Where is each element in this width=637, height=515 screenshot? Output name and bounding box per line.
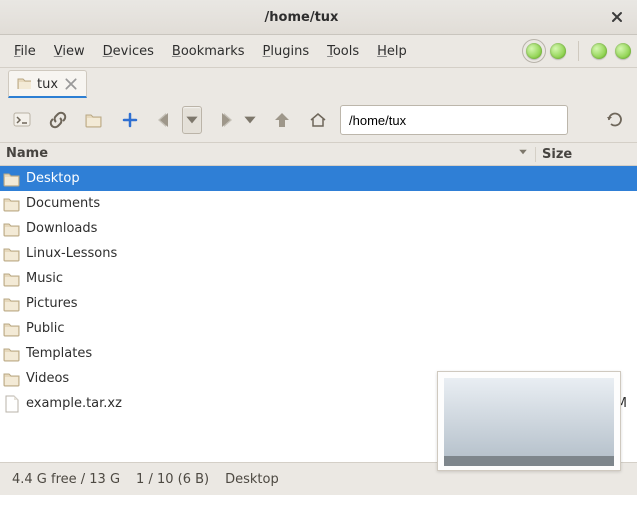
menu-file[interactable]: File (6, 41, 44, 62)
menu-plugins[interactable]: Plugins (255, 41, 318, 62)
menu-devices[interactable]: Devices (95, 41, 162, 62)
back-history-dropdown[interactable] (182, 106, 202, 134)
menu-view[interactable]: View (46, 41, 93, 62)
column-name-label: Name (6, 146, 48, 161)
tab-label: tux (37, 77, 58, 92)
file-row[interactable]: Desktop (0, 166, 637, 191)
file-name: Downloads (24, 221, 532, 236)
file-name: Desktop (24, 171, 532, 186)
up-button[interactable] (268, 106, 296, 134)
column-name-header[interactable]: Name (0, 146, 535, 162)
menu-help[interactable]: Help (369, 41, 415, 62)
status-disk: 4.4 G free / 13 G (12, 472, 120, 487)
folder-icon (2, 319, 22, 339)
titlebar: /home/tux (0, 0, 637, 35)
forward-history-dropdown[interactable] (240, 106, 260, 134)
file-name: Linux-Lessons (24, 246, 532, 261)
open-terminal-button[interactable] (8, 106, 36, 134)
menu-tools[interactable]: Tools (319, 41, 367, 62)
tabbar: tux (0, 68, 637, 98)
status-selection: 1 / 10 (6 B) (136, 472, 209, 487)
file-name: Music (24, 271, 532, 286)
file-name: Documents (24, 196, 532, 211)
file-row[interactable]: Downloads (0, 216, 637, 241)
forward-button[interactable] (210, 106, 238, 134)
folder-icon (2, 194, 22, 214)
window-close-button[interactable] (603, 3, 631, 31)
column-size-label: Size (542, 147, 572, 162)
status-indicators (526, 41, 631, 61)
link-button[interactable] (44, 106, 72, 134)
preview-thumbnail[interactable] (437, 371, 621, 471)
back-button[interactable] (152, 106, 180, 134)
file-name: Pictures (24, 296, 532, 311)
refresh-button[interactable] (601, 106, 629, 134)
file-row[interactable]: Pictures (0, 291, 637, 316)
folder-icon (2, 369, 22, 389)
sort-indicator-icon (517, 146, 529, 162)
close-icon (611, 11, 623, 23)
folder-icon (2, 169, 22, 189)
thumbnail-caption-bar (444, 456, 614, 466)
thumbnail-image (444, 378, 614, 456)
window-title: /home/tux (0, 10, 603, 25)
tab-close-button[interactable] (64, 77, 78, 91)
folder-icon (2, 244, 22, 264)
new-tab-button[interactable] (116, 106, 144, 134)
path-entry (340, 105, 550, 135)
new-folder-button[interactable] (80, 106, 108, 134)
folder-icon (2, 344, 22, 364)
toolbar (0, 98, 637, 143)
status-dot-4[interactable] (615, 43, 631, 59)
menubar: File View Devices Bookmarks Plugins Tool… (0, 35, 637, 68)
home-button[interactable] (304, 106, 332, 134)
file-row[interactable]: Templates (0, 341, 637, 366)
file-row[interactable]: Linux-Lessons (0, 241, 637, 266)
folder-icon (2, 219, 22, 239)
folder-icon (2, 269, 22, 289)
column-size-header[interactable]: Size (535, 147, 637, 162)
file-row[interactable]: Music (0, 266, 637, 291)
menu-bookmarks[interactable]: Bookmarks (164, 41, 253, 62)
file-icon (2, 394, 22, 414)
status-dot-2[interactable] (550, 43, 566, 59)
separator (578, 41, 579, 61)
file-row[interactable]: Public (0, 316, 637, 341)
tab-active[interactable]: tux (8, 70, 87, 98)
file-name: Templates (24, 346, 532, 361)
folder-icon (17, 75, 31, 93)
status-target: Desktop (225, 472, 279, 487)
folder-icon (2, 294, 22, 314)
status-dot-3[interactable] (591, 43, 607, 59)
file-name: Public (24, 321, 532, 336)
path-input[interactable] (340, 105, 568, 135)
status-dot-1[interactable] (526, 43, 542, 59)
file-row[interactable]: Documents (0, 191, 637, 216)
column-headers: Name Size (0, 143, 637, 166)
